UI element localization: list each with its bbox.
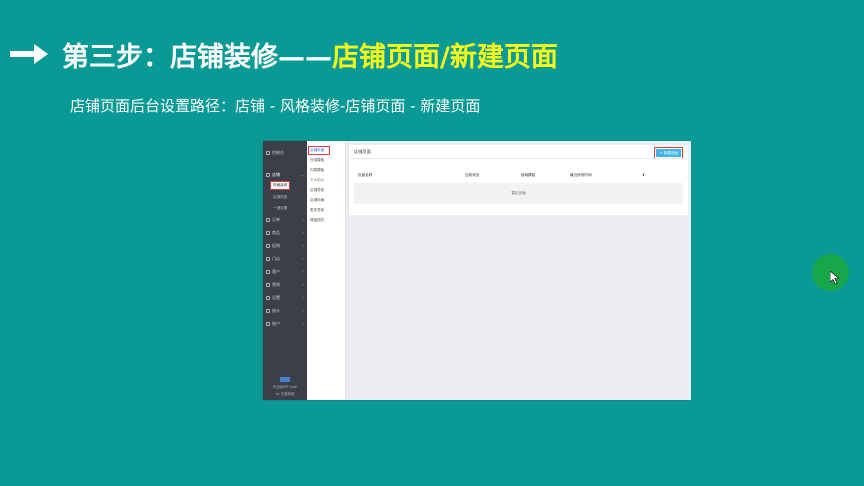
subnav-label: 更多导航 [310, 208, 325, 212]
panel-title: 店铺页面 [354, 149, 371, 154]
chevron-right-icon: › [302, 308, 304, 313]
chevron-right-icon: › [302, 256, 304, 261]
subnav-item-profile[interactable]: 个人中心 › [309, 177, 344, 184]
sidebar-item-label: 商品 [272, 229, 280, 235]
chevron-right-icon: › [302, 269, 304, 274]
subnav-item-popup[interactable]: 弹窗插件 › [309, 217, 344, 224]
settings-icon [266, 295, 270, 300]
title-step: 第三步：店铺装修—— [62, 41, 332, 73]
admin-screenshot: 控制台 店铺 ⌄ 风格装修 店铺信息 一键设置 订单 › 商品 › 促销 › 门… [263, 141, 691, 400]
chevron-right-icon: › [302, 217, 304, 222]
subnav-label: 店铺页面 [310, 148, 325, 152]
sidebar-item-promotion[interactable]: 促销 › [266, 241, 304, 250]
subnav-label: 店铺风格 [310, 198, 325, 202]
divider [349, 158, 688, 159]
subnav-label: 弹窗插件 [310, 218, 325, 222]
chevron-right-icon: › [341, 168, 343, 173]
sidebar-item-dashboard[interactable]: 控制台 [266, 148, 304, 157]
empty-state: 暂无页面 [354, 183, 683, 204]
chevron-right-icon: › [341, 218, 343, 223]
sidebar-item-settings[interactable]: 设置 › [266, 293, 304, 302]
sidebar-footer-credit: by 天猫商城 [275, 392, 295, 396]
chevron-right-icon: › [341, 178, 343, 183]
mouse-pointer-icon [830, 271, 840, 285]
brand-logo [280, 377, 290, 382]
sidebar-item-shop[interactable]: 门店 › [266, 254, 304, 263]
sidebar-item-label: 控制台 [272, 149, 284, 155]
sidebar-item-label: 统计 [272, 307, 280, 313]
sidebar-subitem-info[interactable]: 店铺信息 [271, 194, 289, 201]
shop-icon [266, 256, 270, 261]
pages-panel: 店铺页面 + 新建页面 页面名称 当前状态 使用模板 最近修改时间 ⬍ 暂无页面 [349, 145, 688, 215]
sidebar-item-goods[interactable]: 商品 › [266, 228, 304, 237]
new-page-button[interactable]: + 新建页面 [654, 147, 683, 159]
column-header-status[interactable]: 当前状态 [465, 173, 479, 178]
chevron-right-icon: › [302, 230, 304, 235]
title-topic: 店铺页面/新建页面 [332, 41, 558, 73]
subnav-item-nav[interactable]: 店铺导航 › [309, 187, 344, 194]
chevron-right-icon: › [302, 321, 304, 326]
customer-icon [266, 269, 270, 274]
sort-icon[interactable]: ⬍ [642, 173, 645, 177]
column-header-name[interactable]: 页面名称 [358, 173, 372, 178]
subnav-item-pages[interactable]: 店铺页面 [308, 146, 330, 155]
chevron-right-icon: › [341, 198, 343, 203]
sidebar-item-marketing[interactable]: 营销 › [266, 280, 304, 289]
sidebar-item-label: 设置 [272, 294, 280, 300]
sidebar-item-stats[interactable]: 统计 › [266, 306, 304, 315]
subnav-label: 分类模板 [310, 158, 325, 162]
chevron-right-icon: › [341, 158, 343, 163]
chevron-right-icon: › [302, 295, 304, 300]
stats-icon [266, 308, 270, 313]
chevron-right-icon: › [302, 243, 304, 248]
account-icon [266, 321, 270, 326]
column-header-template[interactable]: 使用模板 [521, 173, 535, 178]
sidebar-footer-version: 专业版SPF mall [272, 385, 298, 389]
slide-title: 第三步：店铺装修——店铺页面/新建页面 [10, 34, 558, 74]
subnav-label: 店铺导航 [310, 188, 325, 192]
chevron-right-icon: › [341, 188, 343, 193]
chevron-right-icon: › [341, 208, 343, 213]
sidebar-item-label: 客户 [272, 268, 280, 274]
sub-sidebar: 店铺页面 分类模板 › 列表模板 › 个人中心 › 店铺导航 › 店铺风格 › 更多导航 ›… [307, 141, 346, 400]
right-arrow-icon [10, 44, 48, 64]
sidebar-item-customer[interactable]: 客户 › [266, 267, 304, 276]
chevron-right-icon: › [302, 282, 304, 287]
cursor-highlight [812, 254, 849, 291]
sidebar-item-label: 店铺 [272, 171, 280, 177]
sidebar-subitem-style[interactable]: 风格装修 [269, 181, 291, 190]
main-sidebar: 控制台 店铺 ⌄ 风格装修 店铺信息 一键设置 订单 › 商品 › 促销 › 门… [263, 141, 307, 400]
subnav-label: 个人中心 [310, 178, 325, 182]
slide-subtitle: 店铺页面后台设置路径：店铺 - 风格装修-店铺页面 - 新建页面 [70, 97, 481, 115]
subnav-item-category[interactable]: 分类模板 › [309, 157, 344, 164]
sidebar-item-orders[interactable]: 订单 › [266, 215, 304, 224]
content-area: 店铺页面 + 新建页面 页面名称 当前状态 使用模板 最近修改时间 ⬍ 暂无页面 [346, 141, 691, 400]
sidebar-item-label: 订单 [272, 216, 280, 222]
sidebar-item-label: 营销 [272, 281, 280, 287]
subnav-item-style[interactable]: 店铺风格 › [309, 197, 344, 204]
subnav-item-list[interactable]: 列表模板 › [309, 167, 344, 174]
sidebar-item-label: 门店 [272, 255, 280, 261]
chevron-down-icon: ⌄ [300, 172, 304, 177]
store-icon [266, 172, 270, 177]
subnav-item-more[interactable]: 更多导航 › [309, 207, 344, 214]
sidebar-item-label: 账户 [272, 320, 280, 326]
dashboard-icon [266, 150, 270, 155]
sidebar-subitem-setup[interactable]: 一键设置 [271, 205, 289, 212]
order-icon [266, 217, 270, 222]
column-header-modified[interactable]: 最近修改时间 [570, 173, 592, 178]
promotion-icon [266, 243, 270, 248]
sidebar-item-label: 促销 [272, 242, 280, 248]
marketing-icon [266, 282, 270, 287]
subnav-label: 列表模板 [310, 168, 325, 172]
sidebar-item-account[interactable]: 账户 › [266, 319, 304, 328]
sidebar-item-store[interactable]: 店铺 ⌄ [266, 170, 304, 179]
goods-icon [266, 230, 270, 235]
